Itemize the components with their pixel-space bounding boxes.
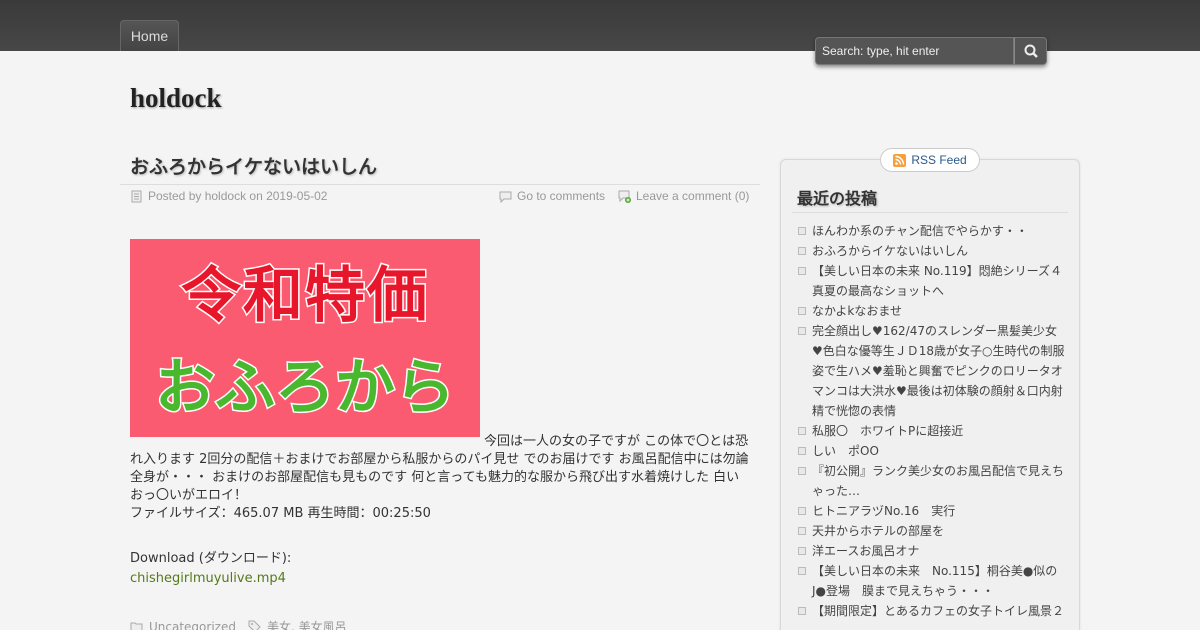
list-item: 天井からホテルの部屋を	[796, 521, 1066, 541]
list-item: 私服〇 ホワイトPに超接近	[796, 421, 1066, 441]
thumbnail-text-line1: 令和特価	[180, 260, 429, 333]
recent-post-link[interactable]: ヒトニアラヅNo.16 実行	[812, 504, 955, 518]
list-item: ほんわか系のチャン配信でやらかす・・	[796, 221, 1066, 241]
go-to-comments-link[interactable]: Go to comments	[517, 189, 605, 203]
recent-post-link[interactable]: 洋エースお風呂オナ	[812, 544, 919, 558]
recent-post-link[interactable]: おふろからイケないはいしん	[812, 244, 968, 258]
post-body: 今回は一人の女の子ですが この体で〇とは恐れ入ります 2回分の配信＋おまけでお部…	[130, 433, 750, 523]
list-item: 洋エースお風呂オナ	[796, 541, 1066, 561]
download-section: Download (ダウンロード): chishegirlmuyulive.mp…	[130, 549, 291, 589]
tags-link[interactable]: 美女, 美女風呂	[267, 618, 347, 630]
post-thumbnail-image[interactable]: 令和特価 おふろから	[130, 239, 480, 437]
search-icon	[1024, 44, 1038, 58]
tag-icon	[248, 620, 261, 630]
list-item: なかよkなおませ	[796, 301, 1066, 321]
recent-posts-title: 最近の投稿	[797, 189, 878, 208]
posted-by-text: Posted by holdock on 2019-05-02	[148, 189, 328, 203]
site-title[interactable]: holdock	[130, 83, 222, 114]
recent-post-link[interactable]: しい ポOO	[812, 444, 879, 458]
category-link[interactable]: Uncategorized	[149, 620, 236, 630]
document-icon	[131, 190, 142, 202]
post-meta: Posted by holdock on 2019-05-02	[130, 189, 327, 203]
list-item: 【美しい日本の未来 No.119】悶絶シリーズ４ 真夏の最高なショットへ	[796, 261, 1074, 301]
list-item: ヒトニアラヅNo.16 実行	[796, 501, 1066, 521]
list-item: 【期間限定】とあるカフェの女子トイレ風景２	[796, 601, 1066, 621]
divider	[792, 212, 1068, 213]
list-item: おふろからイケないはいしん	[796, 241, 1066, 261]
recent-posts-list: ほんわか系のチャン配信でやらかす・・ おふろからイケないはいしん 【美しい日本の…	[796, 221, 1074, 621]
rss-feed-label: RSS Feed	[911, 153, 967, 167]
post-categories: Uncategorized 美女, 美女風呂	[130, 618, 347, 630]
rss-feed-button[interactable]: RSS Feed	[880, 148, 980, 172]
recent-post-link[interactable]: 天井からホテルの部屋を	[812, 524, 944, 538]
recent-post-link[interactable]: 【美しい日本の未来 No.115】桐谷美●似のJ●登場 膜まで見えちゃう・・・	[812, 564, 1057, 598]
nav-home-tab[interactable]: Home	[120, 20, 179, 51]
recent-post-link[interactable]: ほんわか系のチャン配信でやらかす・・	[812, 224, 1028, 238]
comments-link-group: Go to comments	[499, 189, 605, 203]
thumbnail-text-line2: おふろから	[154, 352, 457, 425]
folder-icon	[130, 622, 143, 630]
post-title[interactable]: おふろからイケないはいしん	[130, 152, 377, 179]
leave-comment-link[interactable]: Leave a comment (0)	[636, 189, 749, 203]
recent-post-link[interactable]: 完全顔出し♥162/47のスレンダー黒髪美少女♥色白な優等生ＪＤ18歳が女子○生…	[812, 324, 1065, 418]
recent-post-link[interactable]: 私服〇 ホワイトPに超接近	[812, 424, 963, 438]
speech-bubble-icon	[499, 191, 512, 203]
recent-post-link[interactable]: 【美しい日本の未来 No.119】悶絶シリーズ４ 真夏の最高なショットへ	[812, 264, 1074, 298]
search-box: Search: type, hit enter	[815, 37, 1047, 65]
list-item: 【美しい日本の未来 No.115】桐谷美●似のJ●登場 膜まで見えちゃう・・・	[796, 561, 1066, 601]
leave-comment-group: Leave a comment (0)	[618, 189, 749, 203]
post-description: 今回は一人の女の子ですが この体で〇とは恐れ入ります 2回分の配信＋おまけでお部…	[130, 434, 749, 503]
download-label: Download (ダウンロード):	[130, 551, 292, 566]
list-item: 『初公開』ランク美少女のお風呂配信で見えちゃった…	[796, 461, 1066, 501]
search-button[interactable]	[1014, 37, 1047, 65]
file-info: ファイルサイズ：465.07 MB 再生時間：00:25:50	[130, 506, 431, 521]
add-comment-icon	[618, 190, 631, 203]
list-item: しい ポOO	[796, 441, 1066, 461]
recent-post-link[interactable]: なかよkなおませ	[812, 304, 902, 318]
recent-post-link[interactable]: 【期間限定】とあるカフェの女子トイレ風景２	[812, 604, 1064, 618]
divider	[120, 184, 760, 185]
recent-post-link[interactable]: 『初公開』ランク美少女のお風呂配信で見えちゃった…	[812, 464, 1064, 498]
download-file-link[interactable]: chishegirlmuyulive.mp4	[130, 569, 291, 589]
search-input[interactable]: Search: type, hit enter	[815, 37, 1014, 65]
list-item: 完全顔出し♥162/47のスレンダー黒髪美少女♥色白な優等生ＪＤ18歳が女子○生…	[796, 321, 1066, 421]
rss-icon	[893, 153, 907, 167]
